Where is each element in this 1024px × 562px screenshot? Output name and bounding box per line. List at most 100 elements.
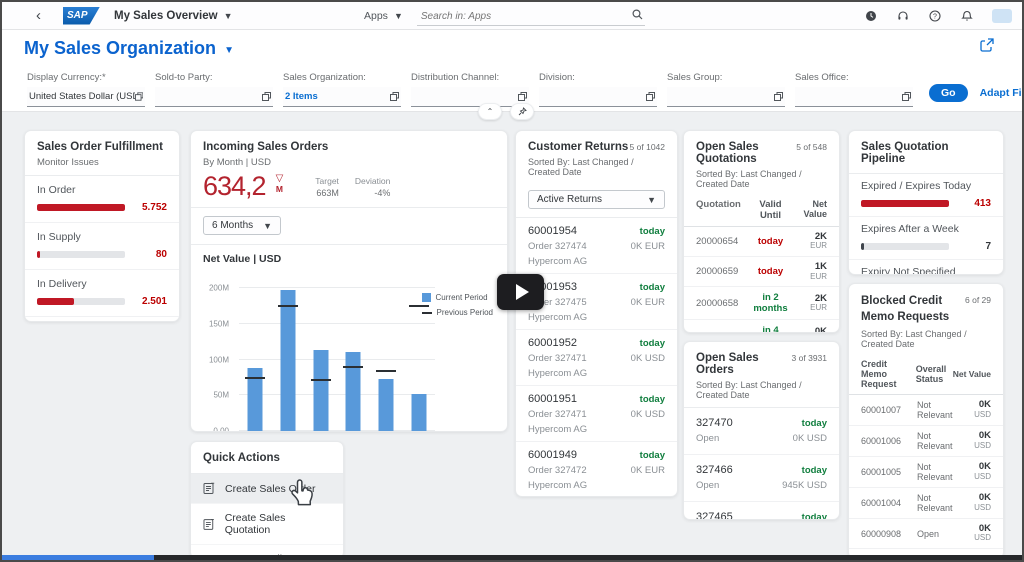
return-item[interactable]: 60001949 today Order 327472 0K EUR Hyperco… <box>516 442 677 496</box>
chevron-down-icon: ▼ <box>647 194 656 205</box>
header-controls: ⌃ <box>478 103 534 120</box>
sold-to-party-input[interactable] <box>155 87 273 107</box>
trend-down-icon: ▽ M <box>275 173 284 194</box>
search-scope-dropdown[interactable]: Apps ▼ <box>364 10 403 22</box>
order-item[interactable]: 327465today Open122K USD <box>684 502 839 519</box>
card-sales-order-fulfillment[interactable]: Sales Order Fulfillment Monitor Issues I… <box>24 130 180 322</box>
return-item[interactable]: 60001954 today Order 327474 0K EUR Hyperco… <box>516 218 677 274</box>
adapt-filters-link[interactable]: Adapt Filters (2) <box>980 87 1022 99</box>
kpi-in-delivery[interactable]: In Delivery 2.501 <box>25 270 179 317</box>
filter-label: Display Currency:* <box>27 72 106 83</box>
value-help-icon[interactable] <box>518 92 527 101</box>
table-row[interactable]: 20000658 in 2 months 2K EUR <box>684 287 839 321</box>
card-blocked-credit-memo-requests[interactable]: 6 of 29 Blocked Credit Memo Requests Sort… <box>848 283 1004 559</box>
action-create-sales-quotation[interactable]: Create Sales Quotation <box>191 504 343 545</box>
table-row[interactable]: 20000659 today 1K EUR <box>684 257 839 288</box>
filter-label: Sales Organization: <box>283 72 366 83</box>
period-select[interactable]: 6 Months ▼ <box>203 216 282 235</box>
card-open-sales-quotations[interactable]: 5 of 548 Open Sales Quotations Sorted By:… <box>683 130 840 333</box>
value-help-icon[interactable] <box>646 92 655 101</box>
table-row[interactable]: 20000654 today 2K EUR <box>684 227 839 258</box>
filter-division: Division: <box>539 72 657 107</box>
page-title: My Sales Organization <box>24 37 217 58</box>
pin-header-button[interactable] <box>510 103 534 120</box>
page-title-menu[interactable]: My Sales Organization ▼ <box>24 38 234 59</box>
return-item[interactable]: 60001951 today Order 327471 0K USD Hyperco… <box>516 386 677 442</box>
returns-filter-select[interactable]: Active Returns ▼ <box>528 190 665 209</box>
return-item[interactable]: 60001952 today Order 327471 0K USD Hyperco… <box>516 330 677 386</box>
filter-display-currency: Display Currency:* United States Dollar … <box>27 72 145 107</box>
order-item[interactable]: 327470 today Open 0K USD <box>684 408 839 455</box>
card-incoming-sales-orders[interactable]: Incoming Sales Orders By Month | USD 634… <box>190 130 508 432</box>
sap-logo[interactable]: SAP <box>63 6 100 25</box>
card-sales-quotation-pipeline[interactable]: Sales Quotation Pipeline Expired / Expir… <box>848 130 1004 275</box>
table-row[interactable]: 60001006 Not Relevant 0K USD <box>849 426 1003 458</box>
kpi-deviation: Deviation -4% <box>354 176 391 198</box>
notifications-bell-icon[interactable] <box>960 10 973 23</box>
back-icon[interactable]: ‹ <box>36 8 41 23</box>
video-play-button[interactable] <box>497 274 544 310</box>
chart-column[interactable]: September <box>272 281 305 431</box>
division-input[interactable] <box>539 87 657 107</box>
card-open-sales-orders[interactable]: 3 of 3931 Open Sales Orders Sorted By: La… <box>683 341 840 520</box>
chart-column[interactable]: October <box>304 281 337 431</box>
value-help-icon[interactable] <box>390 92 399 101</box>
chevron-down-icon: ▼ <box>224 44 234 56</box>
app-title-menu[interactable]: My Sales Overview ▼ <box>114 10 232 22</box>
filter-sales-group: Sales Group: <box>667 72 785 107</box>
activities-icon[interactable] <box>864 10 877 23</box>
table-row[interactable]: 60001007 Not Relevant 0K USD <box>849 395 1003 427</box>
search-icon[interactable] <box>632 9 643 20</box>
card-sorted-by: Sorted By: Last Changed / Created Date <box>528 157 634 177</box>
filter-label: Division: <box>539 72 575 83</box>
table-row[interactable]: 20000664 in 4 weeks 0KEUR <box>684 320 839 332</box>
order-item[interactable]: 327466 today Open 945K USD <box>684 455 839 502</box>
search-input[interactable] <box>416 8 645 26</box>
video-progress-bar[interactable] <box>2 555 1022 560</box>
action-create-sales-order[interactable]: Create Sales Order <box>191 474 343 504</box>
value-help-icon[interactable] <box>262 92 271 101</box>
chart-title: Net Value | USD <box>203 253 282 265</box>
table-header: Credit Memo Request Overall Status Net V… <box>849 354 1003 396</box>
create-document-icon <box>203 518 214 530</box>
page-header: My Sales Organization ▼ <box>2 30 1022 66</box>
sales-office-input[interactable] <box>795 87 913 107</box>
chart-column[interactable]: August <box>239 281 272 431</box>
card-quick-actions[interactable]: Quick Actions Create Sales Order Create … <box>190 441 344 559</box>
card-customer-returns[interactable]: 5 of 1042 Customer Returns Sorted By: Las… <box>515 130 678 497</box>
pipeline-expiry-not-specified[interactable]: Expiry Not Specified 128 <box>849 260 1003 274</box>
sales-organization-input[interactable]: 2 Items <box>283 87 401 107</box>
card-subtitle: Monitor Issues <box>37 157 99 168</box>
pipeline-expired-today[interactable]: Expired / Expires Today 413 <box>849 174 1003 217</box>
help-icon[interactable]: ? <box>928 10 941 23</box>
value-help-icon[interactable] <box>902 92 911 101</box>
table-header: Quotation Valid Until Net Value <box>684 194 839 227</box>
display-currency-input[interactable]: United States Dollar (USD) <box>27 87 145 107</box>
pipeline-expires-after-week[interactable]: Expires After a Week 7 <box>849 217 1003 260</box>
share-icon[interactable] <box>980 38 994 52</box>
chart-column[interactable]: December <box>370 281 403 431</box>
value-help-icon[interactable] <box>134 92 143 101</box>
chart-y-axis: 0,00 50M 100M 150M 200M <box>208 283 229 432</box>
card-title: 5 of 548 Open Sales Quotations <box>696 141 827 165</box>
play-icon <box>515 284 529 300</box>
value-help-icon[interactable] <box>774 92 783 101</box>
go-button[interactable]: Go <box>929 84 968 102</box>
svg-text:?: ? <box>933 13 937 20</box>
collapse-header-button[interactable]: ⌃ <box>478 103 502 120</box>
chart-legend: Current Period Previous Period <box>421 293 493 317</box>
table-row[interactable]: 60000908 Open 0K USD <box>849 519 1003 550</box>
search-field-wrap <box>416 6 645 26</box>
table-row[interactable]: 60001004 Not Relevant 0K USD <box>849 488 1003 520</box>
user-avatar[interactable] <box>992 9 1012 23</box>
sales-group-input[interactable] <box>667 87 785 107</box>
kpi-in-supply[interactable]: In Supply 80 <box>25 223 179 270</box>
support-headset-icon[interactable] <box>896 10 909 23</box>
card-title: Quick Actions <box>203 452 280 464</box>
kpi-in-invoice[interactable]: In Invoice 1.282 <box>25 317 179 321</box>
filter-label: Sold-to Party: <box>155 72 213 83</box>
chart-column[interactable]: November <box>337 281 370 431</box>
table-row[interactable]: 60001005 Not Relevant 0K USD <box>849 457 1003 489</box>
kpi-in-order[interactable]: In Order 5.752 <box>25 176 179 223</box>
filter-distribution-channel: Distribution Channel: <box>411 72 529 107</box>
